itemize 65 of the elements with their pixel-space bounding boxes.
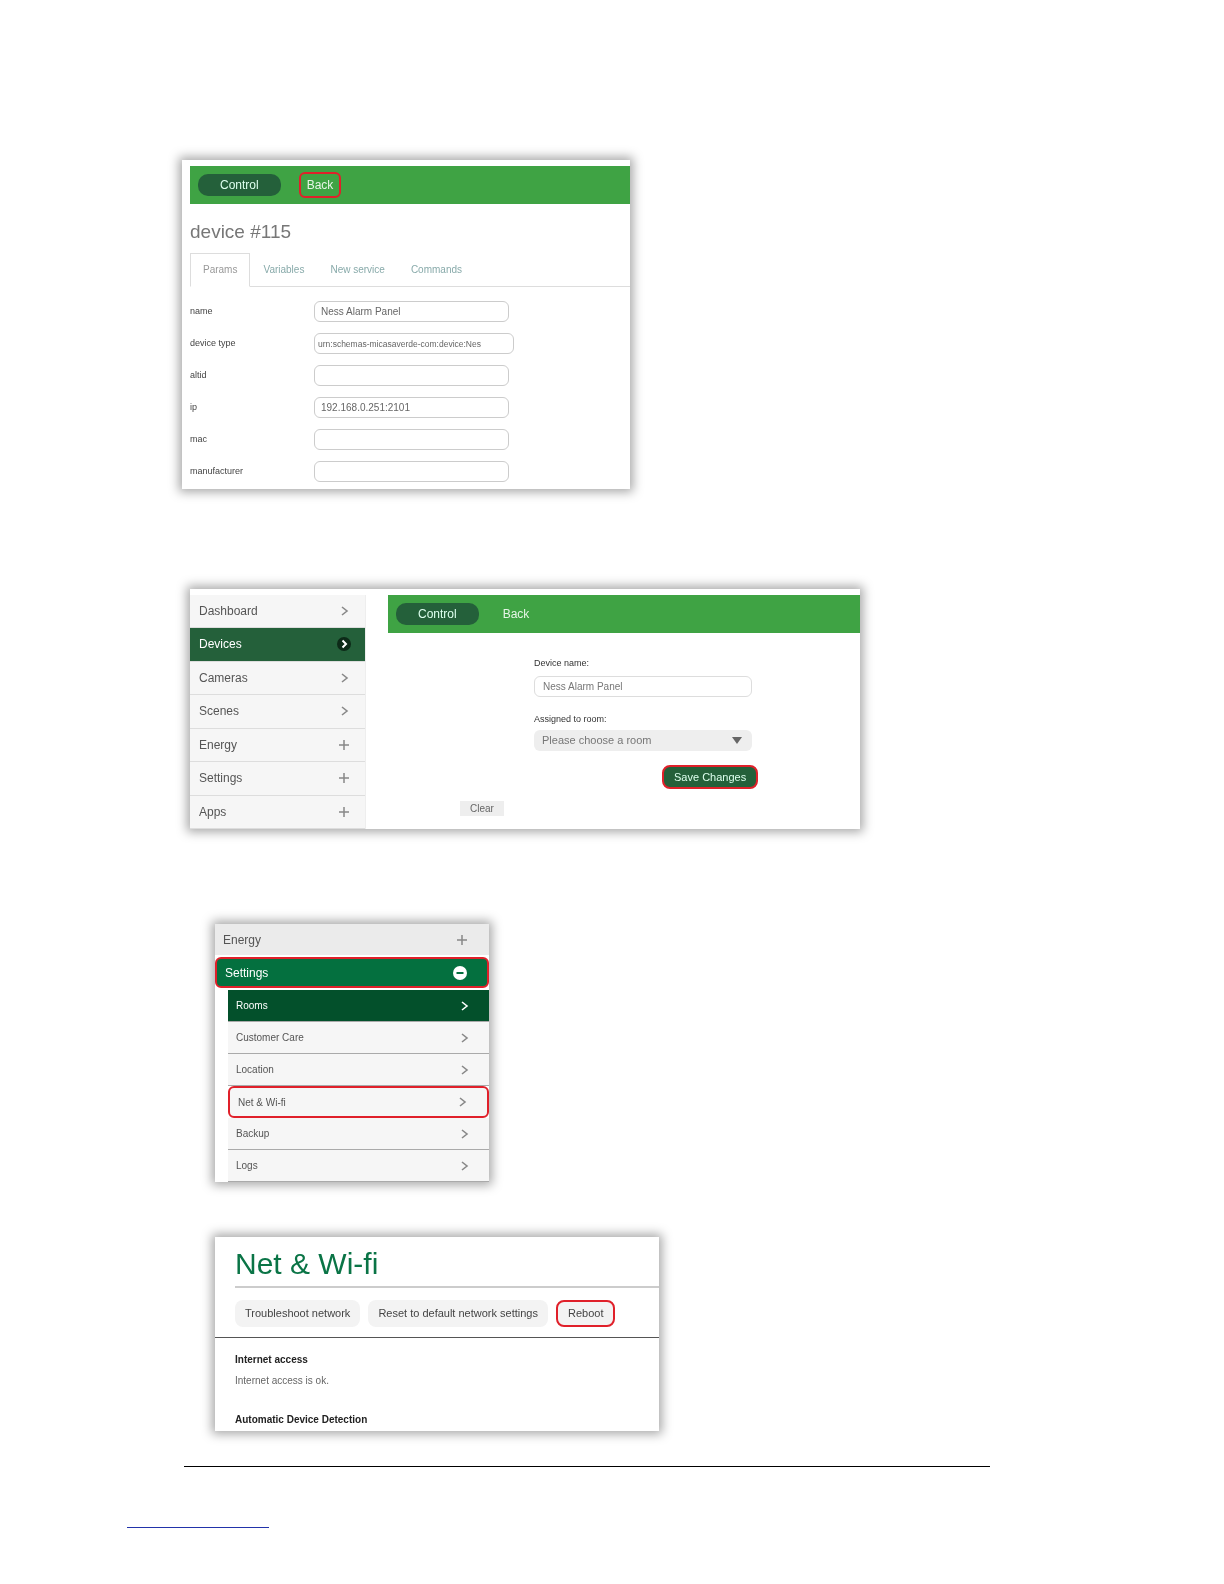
field-label: Device name: xyxy=(534,656,591,670)
input-field[interactable]: 192.168.0.251:2101 xyxy=(314,397,509,418)
sidebar-item[interactable]: Apps xyxy=(190,795,365,829)
menu-label: Cameras xyxy=(199,669,248,687)
input-field[interactable]: Ness Alarm Panel xyxy=(534,676,752,697)
field-label: device type xyxy=(190,336,237,350)
action-button[interactable]: Troubleshoot network xyxy=(235,1300,361,1327)
menu-label: Location xyxy=(236,1063,274,1077)
sidebar-item[interactable]: Devices xyxy=(190,628,365,662)
page-title: Net & Wi-fi xyxy=(235,1241,659,1288)
plus-icon xyxy=(337,737,351,752)
menu-label: Net & Wi-fi xyxy=(238,1095,286,1110)
save-button[interactable]: Save Changes xyxy=(662,764,759,789)
sidebar-item[interactable]: Energy xyxy=(190,728,365,762)
chevron-icon xyxy=(337,637,351,652)
field-label: Assigned to room: xyxy=(534,713,608,726)
input-field[interactable]: Ness Alarm Panel xyxy=(314,301,509,322)
control-button[interactable]: Control xyxy=(396,602,479,625)
menu-label: Rooms xyxy=(236,999,268,1013)
submenu-item[interactable]: Customer Care xyxy=(228,1022,489,1054)
field-label: ip xyxy=(190,400,198,414)
menu-label: Customer Care xyxy=(236,1031,304,1045)
clear-button[interactable]: Clear xyxy=(460,801,504,816)
room-dropdown[interactable]: Please choose a room xyxy=(534,729,752,751)
control-button[interactable]: Control xyxy=(198,174,281,196)
menu-label: Energy xyxy=(223,931,262,949)
field-label: manufacturer xyxy=(190,464,245,478)
menu-label: Backup xyxy=(236,1127,270,1141)
sidebar-item[interactable]: Scenes xyxy=(190,695,365,729)
field-label: altid xyxy=(190,368,208,382)
minus-icon xyxy=(453,965,467,980)
action-button[interactable]: Reboot xyxy=(555,1300,616,1327)
input-field[interactable] xyxy=(314,461,509,482)
section-heading: Automatic Device Detection xyxy=(235,1412,369,1427)
dropdown-value: Please choose a room xyxy=(542,732,652,748)
menu-label: Apps xyxy=(199,803,227,821)
sidebar-item[interactable]: Cameras xyxy=(190,661,365,695)
submenu-item[interactable]: Location xyxy=(228,1054,489,1086)
page-title: device #115 xyxy=(190,220,293,244)
menu-label: Energy xyxy=(199,736,238,754)
menu-item[interactable]: Settings xyxy=(215,957,489,988)
menu-label: Dashboard xyxy=(199,602,258,620)
menu-label: Logs xyxy=(236,1159,258,1173)
menu-label: Settings xyxy=(225,964,269,982)
plus-icon xyxy=(455,932,469,947)
section-heading: Internet access xyxy=(235,1352,309,1367)
menu-label: Devices xyxy=(199,636,242,654)
input-field[interactable] xyxy=(314,365,509,386)
menu-label: Settings xyxy=(199,770,243,788)
sidebar-item[interactable]: Settings xyxy=(190,762,365,796)
field-label: mac xyxy=(190,432,208,446)
input-field[interactable]: urn:schemas-micasaverde-com:device:Nes xyxy=(314,333,514,354)
sidebar-item[interactable]: Dashboard xyxy=(190,594,365,628)
status-text: Internet access is ok. xyxy=(235,1373,330,1388)
menu-label: Scenes xyxy=(199,703,240,721)
field-label: name xyxy=(190,304,214,318)
menu-item[interactable]: Energy xyxy=(215,924,489,955)
submenu-item[interactable]: Rooms xyxy=(228,990,489,1022)
input-field[interactable] xyxy=(314,429,509,450)
plus-icon xyxy=(337,804,351,819)
action-button[interactable]: Reset to default network settings xyxy=(368,1300,548,1327)
submenu-item[interactable]: Net & Wi-fi xyxy=(228,1086,489,1118)
plus-icon xyxy=(337,771,351,786)
submenu-item[interactable]: Backup xyxy=(228,1118,489,1150)
submenu-item[interactable]: Logs xyxy=(228,1150,489,1182)
